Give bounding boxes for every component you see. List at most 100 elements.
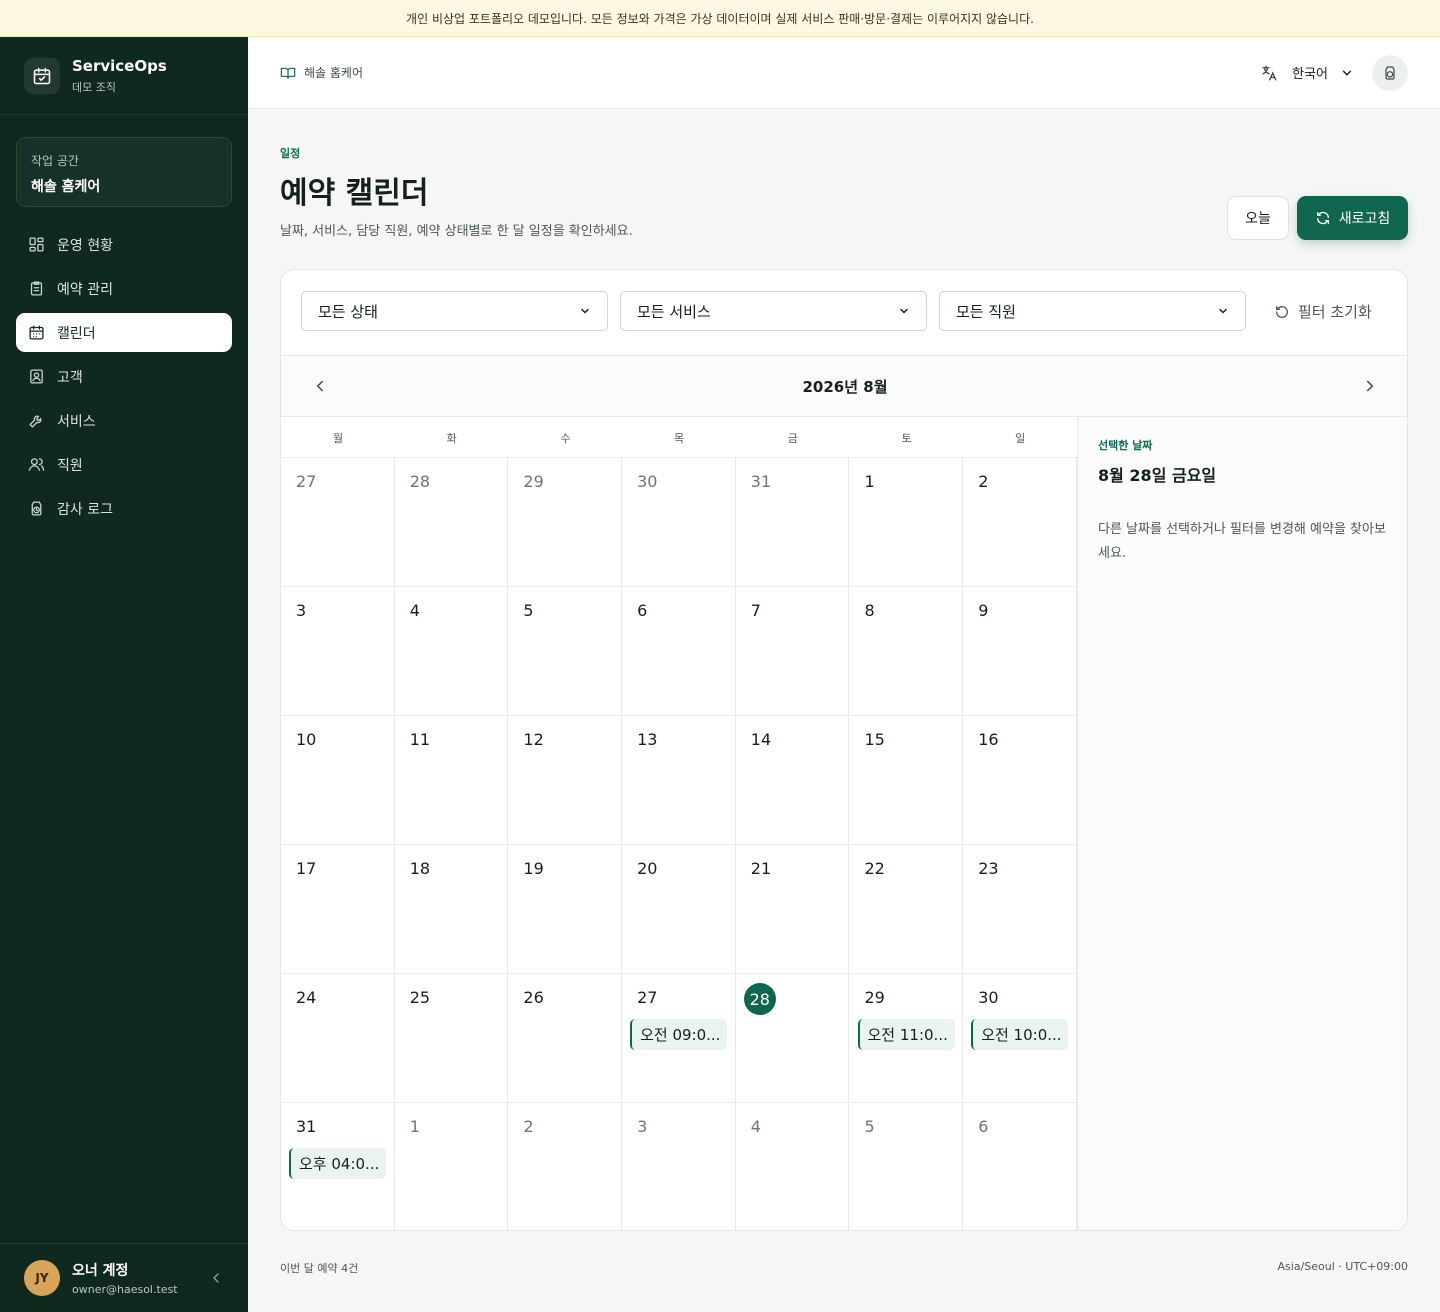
sidebar-item-dashboard[interactable]: 운영 현황 [16, 225, 232, 264]
status-filter[interactable]: 모든 상태 [301, 291, 608, 331]
calendar-day-cell[interactable]: 1 [849, 458, 964, 587]
language-value: 한국어 [1292, 67, 1328, 82]
weekday-label: 일 [1015, 432, 1026, 445]
sidebar-item-customers[interactable]: 고객 [16, 357, 232, 396]
sidebar-item-label: 캘린더 [57, 325, 96, 342]
chevron-down-icon [1342, 70, 1352, 76]
chevron-down-icon [900, 308, 908, 314]
calendar-day-cell[interactable]: 2 [508, 1103, 623, 1230]
calendar-day-cell[interactable]: 25 [394, 974, 509, 1103]
calendar-day-cell[interactable]: 11 [394, 716, 509, 845]
calendar-day-cell[interactable]: 15 [849, 716, 964, 845]
sidebar-item-staff[interactable]: 직원 [16, 445, 232, 484]
calendar-day-cell[interactable]: 28 [394, 458, 509, 587]
calendar-day-cell[interactable]: 1 [395, 1103, 509, 1230]
calendar-day-cell[interactable]: 27 오전 09:0... [622, 974, 736, 1103]
refresh-label: 새로고침 [1338, 211, 1391, 227]
day-number: 28 [409, 472, 431, 491]
calendar-day-cell[interactable]: 29 오전 11:0... [849, 974, 964, 1103]
calendar-day-cell[interactable]: 13 [622, 716, 736, 845]
calendar-day-cell[interactable]: 4 [394, 587, 509, 716]
brand[interactable]: ServiceOps 데모 조직 [24, 57, 167, 95]
reset-filters-button[interactable]: 필터 초기화 [1274, 301, 1372, 322]
calendar-day-cell[interactable]: 26 [508, 974, 623, 1103]
sidebar-item-bookings[interactable]: 예약 관리 [16, 269, 232, 308]
calendar-day-cell[interactable]: 24 [281, 974, 395, 1103]
sidebar-item-label: 감사 로그 [57, 501, 113, 518]
day-number: 5 [864, 1117, 875, 1136]
sidebar-nav: 운영 현황 예약 관리 캘린더 고객 서비스 직원 감사 로그 [16, 225, 232, 533]
calendar-day-cell[interactable]: 28 [735, 974, 850, 1103]
day-number: 6 [978, 1117, 989, 1136]
calendar-grid: 월화수목금토일 27 28 29 30 31 1 2 3 4 5 6 7 8 9 10 11 12 13 14 15 1… [281, 417, 1077, 1230]
day-number: 6 [637, 601, 648, 620]
booking-event-chip[interactable]: 오전 09:0... [630, 1019, 728, 1050]
calendar-day-cell[interactable]: 8 [849, 587, 964, 716]
booking-event-chip[interactable]: 오전 10:0... [971, 1019, 1069, 1050]
day-number: 31 [296, 1117, 317, 1136]
service-filter-value: 모든 서비스 [637, 302, 711, 321]
topbar: 해솔 홈케어 한국어 [248, 37, 1440, 109]
weekday-label: 월 [332, 432, 344, 445]
user-menu[interactable]: JY 오너 계정 owner@haesol.test [24, 1260, 224, 1296]
calendar-day-cell[interactable]: 23 [963, 845, 1077, 974]
calendar-day-cell[interactable]: 3 [281, 587, 395, 716]
today-button[interactable]: 오늘 [1227, 196, 1289, 240]
calendar-day-cell[interactable]: 3 [622, 1103, 736, 1230]
calendar-day-cell[interactable]: 10 [281, 716, 395, 845]
chevron-right-icon[interactable] [1361, 377, 1379, 395]
booking-event-chip[interactable]: 오후 04:0... [289, 1148, 386, 1179]
day-number: 7 [750, 601, 761, 620]
calendar-day-cell[interactable]: 4 [736, 1103, 850, 1230]
day-number: 14 [750, 730, 772, 749]
day-number: 4 [750, 1117, 761, 1136]
chevron-left-icon[interactable] [208, 1270, 224, 1286]
sidebar-item-audit-log[interactable]: 감사 로그 [16, 489, 232, 528]
sidebar-item-calendar[interactable]: 캘린더 [16, 313, 232, 352]
calendar-day-cell[interactable]: 12 [508, 716, 623, 845]
sidebar-item-label: 예약 관리 [57, 281, 113, 298]
filter-bar: 모든 상태 모든 서비스 모든 직원 필터 초기화 [281, 270, 1407, 356]
calendar-day-cell[interactable]: 29 [508, 458, 623, 587]
user-email: owner@haesol.test [72, 1283, 178, 1296]
calendar-day-cell[interactable]: 6 [963, 1103, 1077, 1230]
day-number: 4 [409, 601, 420, 620]
calendar-day-cell[interactable]: 27 [281, 458, 395, 587]
service-filter[interactable]: 모든 서비스 [620, 291, 927, 331]
weekday-header: 월화수목금토일 [281, 417, 1077, 458]
calendar-day-cell[interactable]: 17 [281, 845, 395, 974]
account-button[interactable] [1372, 55, 1408, 91]
sidebar-item-services[interactable]: 서비스 [16, 401, 232, 440]
calendar-day-cell[interactable]: 20 [622, 845, 736, 974]
calendar-day-cell[interactable]: 31 오후 04:0... [281, 1103, 395, 1230]
refresh-button[interactable]: 새로고침 [1297, 196, 1408, 240]
workspace-switcher[interactable]: 작업 공간 해솔 홈케어 [16, 137, 232, 207]
calendar-day-cell[interactable]: 31 [735, 458, 850, 587]
avatar: JY [24, 1260, 60, 1296]
calendar-day-cell[interactable]: 9 [963, 587, 1077, 716]
breadcrumb[interactable]: 해솔 홈케어 [280, 64, 363, 81]
staff-filter[interactable]: 모든 직원 [939, 291, 1246, 331]
language-select[interactable]: 한국어 [1260, 63, 1354, 82]
day-number: 24 [296, 988, 317, 1007]
calendar-day-cell[interactable]: 19 [508, 845, 623, 974]
sidebar-item-label: 직원 [57, 457, 83, 474]
calendar-day-cell[interactable]: 22 [849, 845, 964, 974]
calendar-day-cell[interactable]: 2 [963, 458, 1077, 587]
calendar-day-cell[interactable]: 14 [735, 716, 850, 845]
calendar-day-cell[interactable]: 18 [394, 845, 509, 974]
calendar-day-cell[interactable]: 21 [735, 845, 850, 974]
calendar-day-cell[interactable]: 30 [622, 458, 736, 587]
page-subtitle: 날짜, 서비스, 담당 직원, 예약 상태별로 한 달 일정을 확인하세요. [280, 224, 633, 239]
calendar-day-cell[interactable]: 5 [508, 587, 623, 716]
calendar-day-cell[interactable]: 5 [850, 1103, 964, 1230]
calendar-day-cell[interactable]: 30 오전 10:0... [963, 974, 1077, 1103]
calendar-day-cell[interactable]: 16 [963, 716, 1077, 845]
day-number: 1 [864, 472, 875, 491]
book-open-icon [280, 67, 296, 79]
calendar-day-cell[interactable]: 6 [622, 587, 736, 716]
day-number: 18 [409, 859, 431, 878]
calendar-day-cell[interactable]: 7 [735, 587, 850, 716]
booking-event-chip[interactable]: 오전 11:0... [857, 1019, 955, 1050]
reset-filters-label: 필터 초기화 [1298, 303, 1372, 321]
